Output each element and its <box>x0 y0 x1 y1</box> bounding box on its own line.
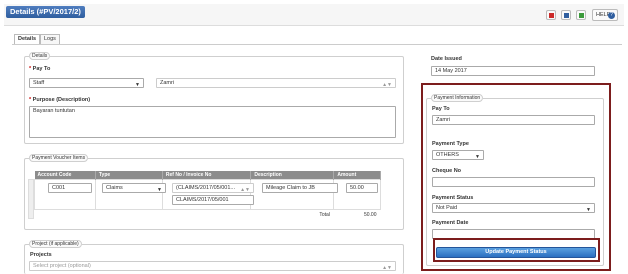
payment-pay-to-label: Pay To <box>432 106 450 112</box>
total-value: 50.00 <box>363 211 377 218</box>
window-titlebar <box>4 4 624 26</box>
help-button[interactable]: HELP ? <box>592 9 618 21</box>
projects-label: Projects <box>30 252 52 258</box>
amount-input[interactable]: 50.00 <box>346 183 378 193</box>
pdf-export-button[interactable] <box>546 10 556 20</box>
project-select[interactable]: Select project (optional) ▲▼ <box>29 261 396 271</box>
spreadsheet-icon <box>579 13 584 18</box>
question-icon: ? <box>608 12 615 19</box>
word-export-button[interactable] <box>561 10 571 20</box>
cheque-no-label: Cheque No <box>432 168 462 174</box>
payment-date-label: Payment Date <box>432 220 469 226</box>
document-icon <box>564 13 569 18</box>
tab-divider <box>12 44 622 45</box>
chevron-icon: ▲▼ <box>382 82 392 88</box>
chevron-down-icon: ▼ <box>475 154 480 160</box>
account-code-input[interactable]: C001 <box>48 183 92 193</box>
purpose-textarea[interactable]: Bayaran tuntutan <box>29 106 396 138</box>
payment-pay-to-input[interactable]: Zamri <box>432 115 595 125</box>
col-account-code: Account Code <box>34 171 96 180</box>
row-handle[interactable] <box>28 179 34 219</box>
payment-status-select[interactable]: Not Paid ▼ <box>432 203 595 213</box>
pdf-icon <box>549 13 554 18</box>
pay-to-type-select[interactable]: Staff ▼ <box>29 78 144 88</box>
description-input[interactable]: Mileage Claim to JB <box>262 183 338 193</box>
chevron-icon: ▲▼ <box>240 187 250 193</box>
col-type: Type <box>95 171 163 180</box>
pay-to-name-select[interactable]: Zamri ▲▼ <box>156 78 396 88</box>
chevron-down-icon: ▼ <box>135 82 140 88</box>
date-issued-input[interactable]: 14 May 2017 <box>431 66 595 76</box>
payment-type-label: Payment Type <box>432 141 469 147</box>
total-row: Total 50.00 <box>35 210 381 220</box>
col-amount: Amount <box>333 171 381 180</box>
purpose-label: * Purpose (Description) <box>29 97 91 103</box>
chevron-down-icon: ▼ <box>586 207 591 213</box>
ref-no-input[interactable]: CLAIMS/2017/05/001 <box>172 195 254 205</box>
ref-no-select[interactable]: (CLAIMS/2017/05/001... ▲▼ <box>172 183 254 193</box>
payment-status-label: Payment Status <box>432 195 474 201</box>
payment-info-legend: Payment Information <box>431 94 484 102</box>
total-label: Total <box>319 211 330 218</box>
details-legend: Details <box>29 52 51 60</box>
type-select[interactable]: Claims ▼ <box>102 183 166 193</box>
chevron-down-icon: ▼ <box>157 187 162 193</box>
tab-logs[interactable]: Logs <box>40 34 60 44</box>
col-description: Description <box>250 171 335 180</box>
chevron-icon: ▲▼ <box>382 265 392 271</box>
date-issued-label: Date Issued <box>431 56 462 62</box>
update-payment-status-button[interactable]: Update Payment Status <box>436 247 596 258</box>
window-title: Details (#PV/2017/2) <box>6 6 85 18</box>
excel-export-button[interactable] <box>576 10 586 20</box>
cheque-no-input[interactable] <box>432 177 595 187</box>
pay-to-label: * Pay To <box>29 66 51 72</box>
payment-type-select[interactable]: OTHERS ▼ <box>432 150 484 160</box>
col-ref-no: Ref No / Invoice No <box>162 171 252 180</box>
project-legend: Project (if applicable) <box>29 240 82 248</box>
items-legend: Payment Voucher Items <box>29 154 89 162</box>
